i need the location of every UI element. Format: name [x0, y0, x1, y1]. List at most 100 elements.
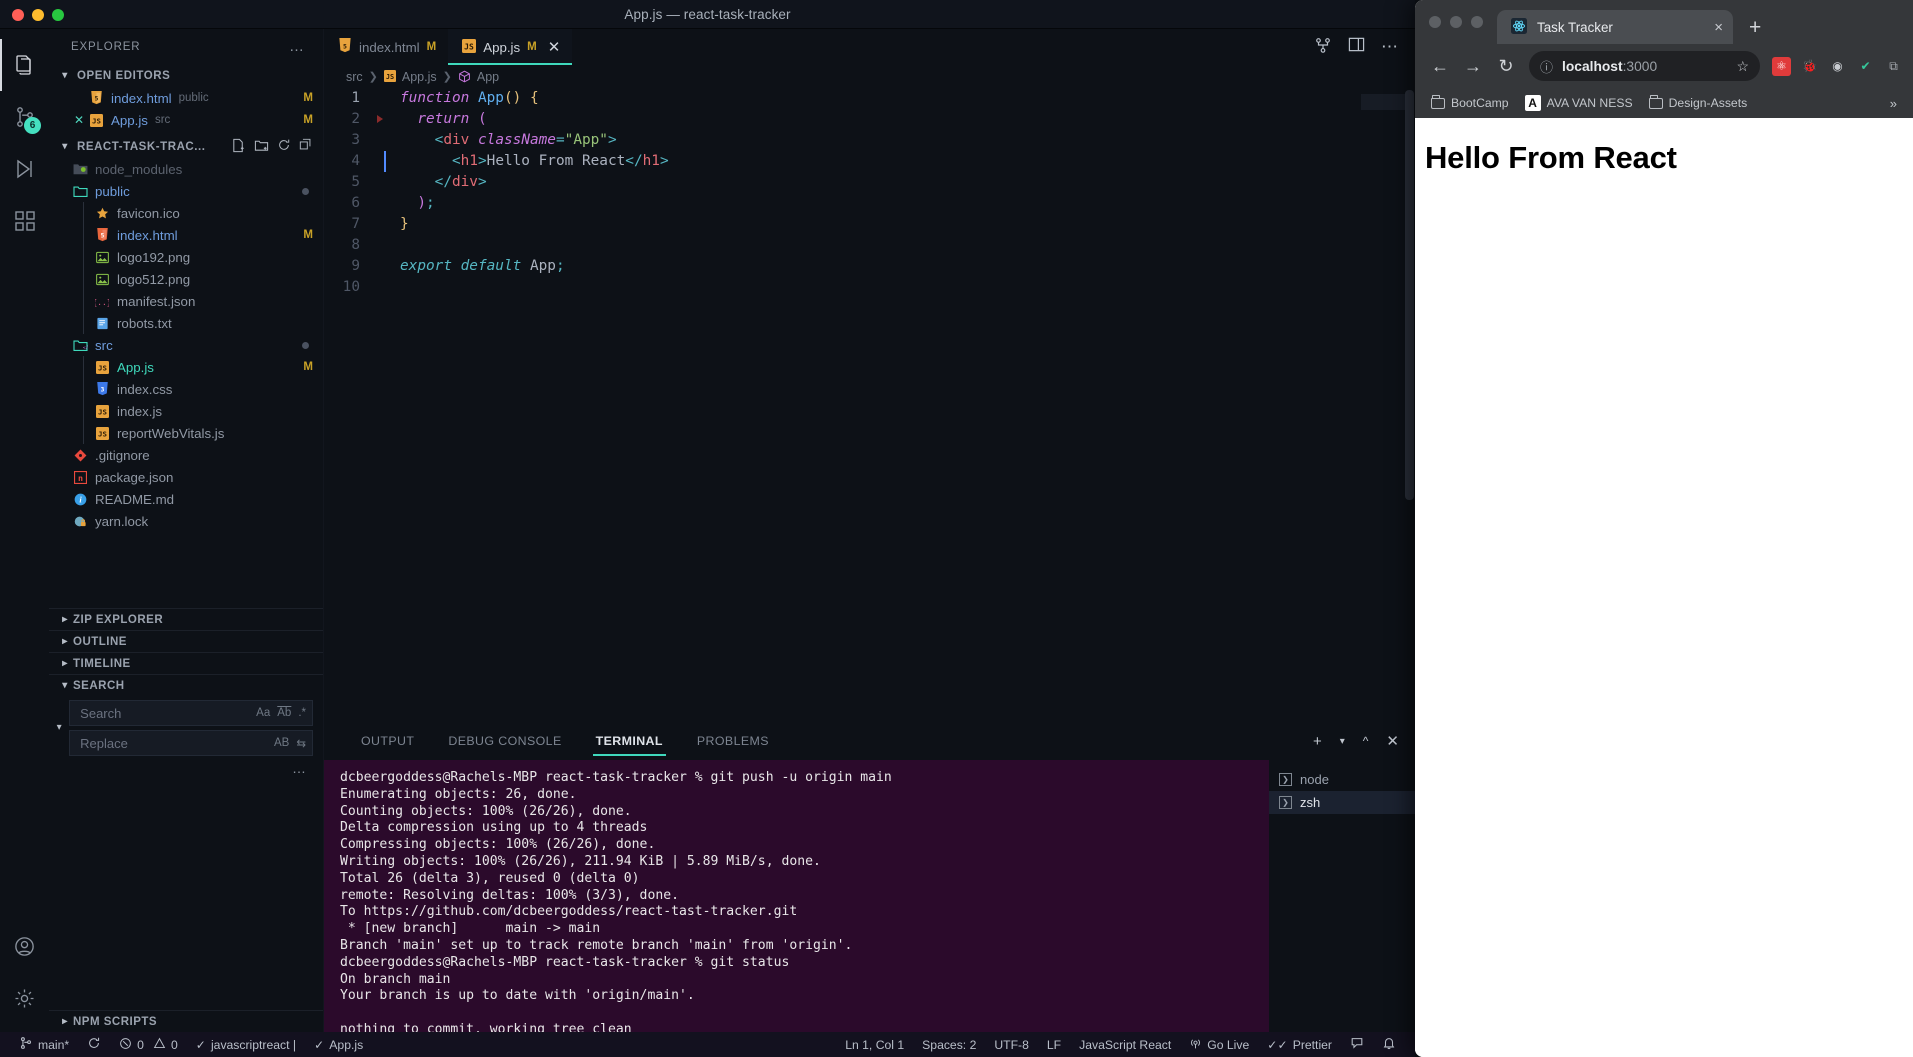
terminal-item-node[interactable]: ❯ node	[1269, 768, 1415, 791]
address-bar[interactable]: ⓘ localhost:3000 ☆	[1529, 51, 1760, 81]
file-tree-item[interactable]: 5 index.html M	[49, 224, 323, 246]
open-editor-item-index-html[interactable]: 5 index.html public M	[49, 87, 323, 109]
file-tree-item[interactable]: JS index.js	[49, 400, 323, 422]
search-box[interactable]: Aa Ab .*	[69, 700, 313, 726]
status-notifications[interactable]	[1373, 1032, 1405, 1057]
gutter[interactable]	[374, 235, 388, 256]
status-cursor-position[interactable]: Ln 1, Col 1	[836, 1032, 913, 1057]
tab-debug-console[interactable]: DEBUG CONSOLE	[431, 722, 578, 760]
activity-settings[interactable]	[0, 972, 49, 1024]
split-editor-icon[interactable]	[1314, 36, 1332, 59]
browser-maximize-button[interactable]	[1471, 16, 1483, 28]
terminal-item-zsh[interactable]: ❯ zsh	[1269, 791, 1415, 814]
bookmark-design-assets[interactable]: Design-Assets	[1643, 93, 1754, 113]
search-details-icon[interactable]: …	[69, 760, 323, 776]
search-input[interactable]	[80, 705, 257, 721]
close-window-button[interactable]	[12, 8, 24, 21]
preserve-case-icon[interactable]: AB	[274, 737, 289, 749]
status-prettier[interactable]: ✓✓ Prettier	[1258, 1032, 1341, 1057]
file-tree-item[interactable]: 3 index.css	[49, 378, 323, 400]
status-language-mode[interactable]: JavaScript React	[1070, 1032, 1180, 1057]
breadcrumb-symbol[interactable]: App	[477, 70, 499, 84]
panel-outline[interactable]: ▸ OUTLINE	[49, 630, 323, 652]
status-eol[interactable]: LF	[1038, 1032, 1070, 1057]
replace-box[interactable]: AB ⇆	[69, 730, 313, 756]
new-terminal-icon[interactable]: +	[1313, 733, 1322, 750]
layout-icon[interactable]	[1348, 36, 1365, 58]
replace-all-icon[interactable]: ⇆	[296, 736, 306, 750]
file-tree-item[interactable]: favicon.ico	[49, 202, 323, 224]
panel-zip-explorer[interactable]: ▸ ZIP EXPLORER	[49, 608, 323, 630]
gutter[interactable]	[374, 193, 388, 214]
new-tab-button[interactable]: +	[1733, 16, 1761, 44]
new-file-icon[interactable]	[231, 138, 246, 156]
bookmark-bootcamp[interactable]: BootCamp	[1425, 93, 1515, 113]
status-javascriptreact[interactable]: ✓ javascriptreact |	[187, 1032, 305, 1057]
activity-extensions[interactable]	[0, 195, 49, 247]
gutter[interactable]	[374, 277, 388, 298]
collapse-all-icon[interactable]	[299, 138, 313, 156]
file-tree-item[interactable]: .gitignore	[49, 444, 323, 466]
activity-run-debug[interactable]	[0, 143, 49, 195]
sidebar-more-icon[interactable]: …	[289, 38, 305, 55]
gutter[interactable]	[374, 88, 388, 109]
gutter[interactable]	[374, 109, 388, 130]
gutter[interactable]	[374, 172, 388, 193]
browser-tab-task-tracker[interactable]: Task Tracker ×	[1497, 10, 1733, 44]
bug-c-icon[interactable]: 🐞	[1800, 57, 1819, 76]
replace-input[interactable]	[80, 735, 275, 751]
gutter[interactable]	[374, 256, 388, 277]
maximize-window-button[interactable]	[52, 8, 64, 21]
status-appjs[interactable]: ✓ App.js	[305, 1032, 372, 1057]
status-encoding[interactable]: UTF-8	[985, 1032, 1038, 1057]
code-editor[interactable]: 1 function App() {2 return (3 <div classN…	[324, 88, 1415, 722]
bookmarks-overflow-icon[interactable]: »	[1890, 96, 1903, 111]
react-devtools-icon[interactable]: ⚛	[1772, 56, 1791, 76]
file-tree-item[interactable]: logo192.png	[49, 246, 323, 268]
breadcrumb-file[interactable]: App.js	[402, 70, 437, 84]
section-open-editors[interactable]: ▾ OPEN EDITORS	[49, 64, 323, 87]
match-case-icon[interactable]: Aa	[256, 707, 270, 719]
file-tree-item[interactable]: n package.json	[49, 466, 323, 488]
maximize-panel-icon[interactable]: ^	[1363, 734, 1369, 748]
more-actions-icon[interactable]: ⋯	[1381, 37, 1399, 57]
status-sync[interactable]	[78, 1032, 110, 1057]
file-tree-item[interactable]: i README.md	[49, 488, 323, 510]
tab-problems[interactable]: PROBLEMS	[680, 722, 786, 760]
activity-accounts[interactable]	[0, 920, 49, 972]
bookmark-star-icon[interactable]: ☆	[1736, 58, 1749, 75]
close-icon[interactable]: ✕	[71, 113, 87, 127]
file-tree-item[interactable]: public	[49, 180, 323, 202]
gutter[interactable]	[374, 130, 388, 151]
tab-index-html[interactable]: 5 index.html M	[324, 29, 448, 65]
regex-icon[interactable]: .*	[298, 707, 306, 719]
file-tree-item[interactable]: {..} manifest.json	[49, 290, 323, 312]
editor-scrollbar[interactable]	[1405, 90, 1414, 500]
toggle-replace-icon[interactable]: ▾	[49, 696, 69, 733]
screenshot-icon[interactable]: ◉	[1828, 57, 1847, 76]
chevron-down-icon[interactable]: ▾	[1340, 736, 1345, 747]
close-icon[interactable]: ✕	[548, 38, 561, 56]
panel-timeline[interactable]: ▸ TIMELINE	[49, 652, 323, 674]
close-icon[interactable]: ×	[1714, 19, 1723, 36]
tab-app-js[interactable]: JS App.js M ✕	[448, 29, 573, 65]
minimize-window-button[interactable]	[32, 8, 44, 21]
status-feedback[interactable]	[1341, 1032, 1373, 1057]
back-button[interactable]: ←	[1425, 51, 1455, 81]
new-folder-icon[interactable]	[254, 138, 269, 156]
breadcrumb-src[interactable]: src	[346, 70, 363, 84]
status-go-live[interactable]: Go Live	[1180, 1032, 1258, 1057]
panel-search[interactable]: ▾ SEARCH	[49, 674, 323, 696]
file-tree-item[interactable]: JS reportWebVitals.js	[49, 422, 323, 444]
refresh-icon[interactable]	[277, 138, 291, 156]
file-tree-item[interactable]: </> src	[49, 334, 323, 356]
file-tree-item[interactable]: robots.txt	[49, 312, 323, 334]
status-branch[interactable]: main*	[10, 1032, 78, 1057]
bookmark-ava-van-ness[interactable]: A AVA VAN NESS	[1519, 92, 1639, 114]
puzzle-icon[interactable]: ⧉	[1884, 57, 1903, 76]
reload-button[interactable]: ↻	[1491, 51, 1521, 81]
window-traffic-lights[interactable]	[12, 0, 64, 29]
tab-output[interactable]: OUTPUT	[344, 722, 431, 760]
file-tree-item[interactable]: logo512.png	[49, 268, 323, 290]
breakpoint-marker[interactable]	[377, 115, 383, 123]
